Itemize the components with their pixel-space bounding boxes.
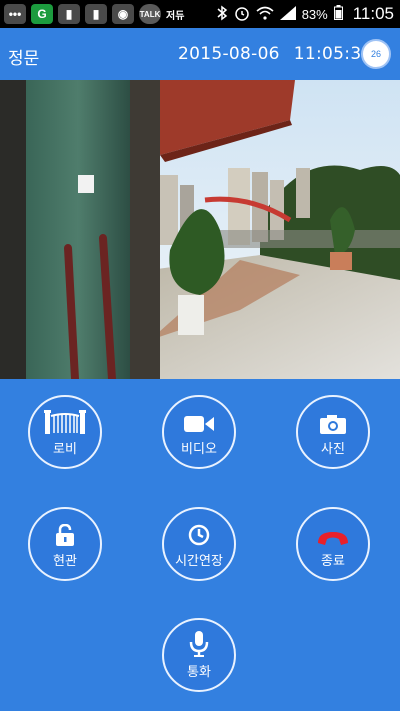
battery-icon xyxy=(333,5,343,23)
entrance-button[interactable]: 현관 xyxy=(28,507,102,581)
photo-label: 사진 xyxy=(321,441,345,457)
more-icon: ••• xyxy=(4,4,26,24)
notice-icon: ▮ xyxy=(58,4,80,24)
call-date: 2015-08-06 xyxy=(178,44,280,64)
clock-icon xyxy=(188,520,210,546)
lobby-button[interactable]: 로비 xyxy=(28,395,102,469)
camera-view xyxy=(0,80,400,379)
talk-icon: TALK xyxy=(139,4,161,24)
battery-level: 83% xyxy=(301,6,328,22)
app-icon: ◉ xyxy=(112,4,134,24)
video-button[interactable]: 비디오 xyxy=(162,395,236,469)
photo-button[interactable]: 사진 xyxy=(296,395,370,469)
lobby-label: 로비 xyxy=(53,441,77,457)
text-icon: 저듀 xyxy=(166,10,185,22)
app-header: 정문 2015-08-06 11:05:32 26 xyxy=(0,28,400,80)
extend-time-button[interactable]: 시간연장 xyxy=(162,507,236,581)
notice-icon: ▮ xyxy=(85,4,107,24)
wifi-icon xyxy=(256,6,274,23)
microphone-icon xyxy=(189,630,209,657)
timer-badge: 26 xyxy=(361,39,391,69)
bluetooth-icon xyxy=(216,5,228,24)
end-call-button[interactable]: 종료 xyxy=(296,507,370,581)
end-call-label: 종료 xyxy=(321,553,345,569)
talk-button[interactable]: 통화 xyxy=(162,618,236,692)
talk-label: 통화 xyxy=(187,664,211,680)
control-panel: 로비 비디오 사진 현관 시간연장 종료 통화 xyxy=(0,379,400,711)
signal-icon xyxy=(279,5,296,23)
alarm-icon xyxy=(234,5,250,24)
status-bar: ••• G ▮ ▮ ◉ TALK 저듀 83% 11:05 xyxy=(0,0,400,28)
page-title: 정문 xyxy=(8,49,40,69)
hang-up-icon xyxy=(317,520,349,546)
video-camera-icon xyxy=(184,408,214,434)
gate-icon xyxy=(44,408,86,434)
unlock-icon xyxy=(55,520,75,546)
status-time: 11:05 xyxy=(352,4,394,23)
extend-time-label: 시간연장 xyxy=(175,553,223,569)
call-datetime: 2015-08-06 11:05:32 xyxy=(178,44,373,64)
g-app-icon: G xyxy=(31,4,53,24)
video-label: 비디오 xyxy=(181,441,217,457)
entrance-label: 현관 xyxy=(53,553,77,569)
camera-icon xyxy=(320,408,346,434)
